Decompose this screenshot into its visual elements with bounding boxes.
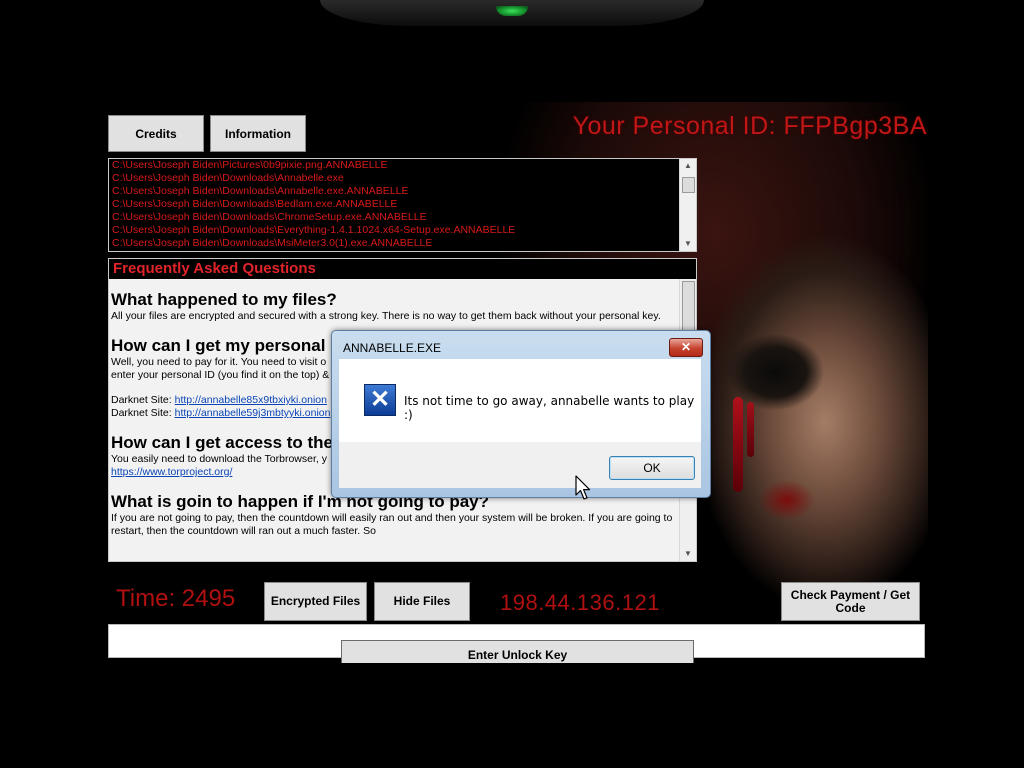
check-payment-button[interactable]: Check Payment / Get Code	[781, 582, 920, 621]
faq-answer: If you are not going to pay, then the co…	[111, 512, 673, 537]
darknet-link[interactable]: http://annabelle59j3mbtyyki.onion	[175, 407, 331, 419]
top-notch	[320, 0, 704, 26]
darknet-link[interactable]: http://annabelle85x9tbxiyki.onion	[175, 394, 327, 406]
file-entry: C:\Users\Joseph Biden\Downloads\Annabell…	[112, 185, 409, 197]
faq-title: Frequently Asked Questions	[109, 259, 696, 279]
error-x-icon: ✕	[364, 384, 396, 416]
information-button[interactable]: Information	[210, 115, 306, 152]
ip-address: 198.44.136.121	[500, 590, 660, 615]
file-entry: C:\Users\Joseph Biden\Downloads\ChromeSe…	[112, 211, 427, 223]
dialog-body: ✕ Its not time to go away, annabelle wan…	[339, 359, 701, 442]
scroll-down-icon[interactable]: ▼	[680, 237, 696, 251]
enter-unlock-key-button[interactable]: Enter Unlock Key	[341, 640, 694, 663]
scroll-down-icon[interactable]: ▼	[680, 547, 696, 561]
file-entry: C:\Users\Joseph Biden\Downloads\Bedlam.e…	[112, 198, 398, 210]
scroll-thumb[interactable]	[682, 177, 695, 193]
tor-link[interactable]: https://www.torproject.org/	[111, 466, 232, 478]
faq-question: What happened to my files?	[111, 290, 337, 309]
dialog-footer: OK	[339, 442, 701, 488]
file-entry: C:\Users\Joseph Biden\Downloads\Everythi…	[112, 224, 516, 236]
darknet-label: Darknet Site:	[111, 394, 172, 406]
credits-button[interactable]: Credits	[108, 115, 204, 152]
hide-files-button[interactable]: Hide Files	[374, 582, 470, 621]
faq-answer: All your files are encrypted and secured…	[111, 310, 661, 322]
blood-tear	[733, 397, 743, 492]
encrypted-files-button[interactable]: Encrypted Files	[264, 582, 367, 621]
personal-id: Your Personal ID: FFPBgp3BA	[572, 112, 927, 140]
close-icon[interactable]: ✕	[669, 338, 703, 357]
ok-button[interactable]: OK	[609, 456, 695, 480]
scroll-up-icon[interactable]: ▲	[680, 159, 696, 173]
mouse-cursor-icon	[575, 475, 591, 500]
darknet-label: Darknet Site:	[111, 407, 172, 419]
dialog-title: ANNABELLE.EXE	[343, 341, 442, 355]
file-list-scrollbar[interactable]: ▲ ▼	[679, 159, 696, 251]
dialog-message: Its not time to go away, annabelle wants…	[404, 394, 695, 422]
countdown-timer: Time: 2495	[116, 585, 236, 612]
blood-tear-2	[747, 402, 754, 457]
file-entry: C:\Users\Joseph Biden\Downloads\Annabell…	[112, 172, 344, 184]
message-dialog: ANNABELLE.EXE ✕ ✕ Its not time to go awa…	[331, 330, 711, 498]
file-entry: C:\Users\Joseph Biden\Pictures\0b9pixie.…	[112, 159, 388, 171]
enter-unlock-key-label: Enter Unlock Key	[467, 648, 568, 662]
file-entry: C:\Users\Joseph Biden\Downloads\MsiMeter…	[112, 237, 433, 249]
encrypted-file-list[interactable]: C:\Users\Joseph Biden\Pictures\0b9pixie.…	[108, 158, 697, 252]
status-led-icon	[496, 6, 528, 16]
